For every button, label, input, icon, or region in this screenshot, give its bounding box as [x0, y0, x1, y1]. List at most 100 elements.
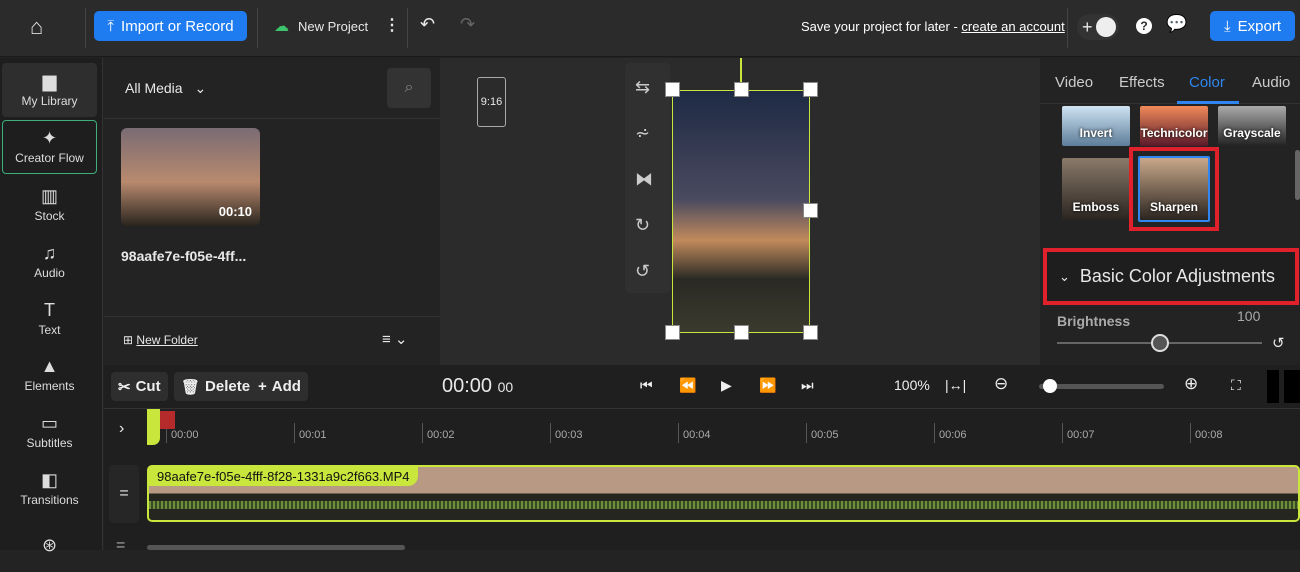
create-account-link[interactable]: create an account [961, 19, 1064, 34]
zoom-out-icon[interactable]: ⊖ [994, 374, 1008, 394]
cut-button[interactable]: ✂ Cut [111, 372, 168, 401]
sidebar-item-audio[interactable]: ♫ Audio [2, 235, 97, 289]
fast-forward-icon[interactable]: ⏩ [759, 377, 776, 394]
resize-handle[interactable] [803, 82, 818, 97]
swap-icon[interactable]: ⇆ [635, 77, 650, 98]
zoom-slider[interactable] [1039, 384, 1164, 389]
sidebar-label: Elements [24, 379, 75, 393]
filter-emboss[interactable]: Emboss [1062, 158, 1130, 220]
undo-icon[interactable]: ↶ [420, 14, 435, 35]
sidebar-label: Transitions [20, 493, 79, 507]
media-duration: 00:10 [218, 204, 252, 219]
media-thumbnail[interactable]: 00:10 [121, 128, 260, 226]
fullscreen-icon[interactable]: ⛶ [1231, 377, 1241, 394]
sidebar-item-transitions[interactable]: ◧ Transitions [2, 462, 97, 516]
filters-icon: ⊛ [41, 535, 58, 555]
video-canvas[interactable] [672, 90, 810, 333]
zoom-level: 100% [894, 377, 930, 393]
resize-handle[interactable] [734, 325, 749, 340]
tab-effects[interactable]: Effects [1119, 74, 1165, 91]
sidebar-item-creator-flow[interactable]: ✦ Creator Flow [2, 120, 97, 174]
play-icon[interactable]: ▶ [721, 377, 732, 394]
ruler-tick: 00:02 [422, 423, 455, 443]
expand-icon[interactable]: › [119, 420, 124, 438]
skip-start-icon[interactable]: ⏮ [640, 377, 653, 394]
new-folder-button[interactable]: ⊞ New Folder [123, 333, 198, 347]
save-text: Save your project for later - [801, 19, 962, 34]
playhead[interactable] [147, 409, 160, 445]
import-label: Import or Record [121, 17, 234, 35]
tab-color[interactable]: Color [1189, 74, 1225, 91]
plus-icon: + [1082, 16, 1093, 37]
ruler-tick: 00:07 [1062, 423, 1095, 443]
ruler-tick: 00:06 [934, 423, 967, 443]
help-icon[interactable]: ? [1136, 18, 1152, 34]
upload-icon: ⤒ [107, 17, 115, 35]
search-button[interactable]: ⌕ [387, 68, 431, 108]
ruler-tick: 00:01 [294, 423, 327, 443]
audio-meter [1267, 370, 1300, 403]
flip-horizontal-icon[interactable]: ⧓ [635, 169, 653, 190]
sidebar-item-filters[interactable]: ⊛ [2, 518, 97, 572]
track-handle-icon[interactable]: = [116, 537, 125, 555]
top-bar: ⌂ ⤒ Import or Record ☁ New Project ⋮ ↶ ↷ … [0, 0, 1300, 57]
rotate-left-icon[interactable]: ↺ [635, 261, 650, 282]
chevron-down-icon: ⌄ [194, 80, 207, 96]
cloud-icon: ☁ [274, 18, 289, 35]
redo-icon[interactable]: ↷ [460, 14, 475, 35]
chat-icon[interactable]: 💬 [1166, 14, 1187, 34]
sidebar-item-stock[interactable]: ▥ Stock [2, 178, 97, 232]
rewind-icon[interactable]: ⏪ [679, 377, 696, 394]
scissors-icon: ✂ [118, 378, 131, 396]
skip-end-icon[interactable]: ⏭ [801, 377, 814, 394]
filter-grayscale[interactable]: Grayscale [1218, 106, 1286, 146]
track-handle-icon[interactable]: = [109, 465, 139, 523]
resize-handle[interactable] [665, 325, 680, 340]
filter-technicolor[interactable]: Technicolor [1140, 106, 1208, 146]
preview-area: 9:16 ⇆ ⩫ ⧓ ↻ ↺ [440, 58, 1040, 365]
scrollbar[interactable] [1295, 150, 1300, 200]
brightness-slider-thumb[interactable] [1150, 334, 1169, 352]
media-filter-dropdown[interactable]: All Media ⌄ [125, 80, 206, 97]
export-button[interactable]: ⤓ Export [1210, 11, 1295, 41]
ruler-tick: 00:08 [1190, 423, 1223, 443]
sidebar-item-text[interactable]: T Text [2, 292, 97, 346]
resize-handle[interactable] [803, 203, 818, 218]
project-name[interactable]: New Project [298, 19, 368, 34]
sort-icon[interactable]: ≡ ⌄ [382, 330, 408, 348]
filter-invert[interactable]: Invert [1062, 106, 1130, 146]
reset-icon[interactable]: ↺ [1272, 334, 1285, 352]
horizontal-scrollbar[interactable] [147, 545, 405, 550]
sidebar-item-subtitles[interactable]: ▭ Subtitles [2, 405, 97, 459]
aspect-ratio-button[interactable]: 9:16 [477, 77, 506, 127]
basic-color-adjustments-header[interactable]: ⌄ Basic Color Adjustments [1043, 248, 1299, 305]
sidebar-item-my-library[interactable]: ▆ My Library [2, 63, 97, 117]
import-or-record-button[interactable]: ⤒ Import or Record [94, 11, 247, 41]
sidebar-label: Subtitles [26, 436, 73, 450]
filter-sharpen[interactable]: Sharpen [1138, 156, 1210, 222]
sidebar: ▆ My Library ✦ Creator Flow ▥ Stock ♫ Audio … [0, 58, 103, 554]
video-clip[interactable]: 98aafe7e-f05e-4fff-8f28-1331a9c2f663.MP4 [147, 465, 1300, 522]
delete-button[interactable]: 🗑 Delete [174, 372, 258, 401]
subtitles-icon: ▭ [40, 413, 58, 433]
time-value: 00:00 [442, 375, 493, 397]
fit-icon[interactable]: |↔| [945, 377, 966, 393]
add-collaborator-button[interactable]: + [1077, 14, 1119, 40]
rotate-right-icon[interactable]: ↻ [635, 215, 650, 236]
home-icon[interactable]: ⌂ [30, 14, 43, 40]
zoom-slider-thumb[interactable] [1043, 379, 1058, 393]
resize-handle[interactable] [734, 82, 749, 97]
tab-video[interactable]: Video [1055, 74, 1093, 91]
flip-vertical-icon[interactable]: ⩫ [635, 123, 650, 144]
sparkle-icon: ✦ [41, 128, 58, 148]
resize-handle[interactable] [665, 82, 680, 97]
tab-audio[interactable]: Audio [1252, 74, 1290, 91]
more-menu-icon[interactable]: ⋮ [384, 15, 400, 35]
sidebar-item-elements[interactable]: ▲ Elements [2, 348, 97, 402]
zoom-in-icon[interactable]: ⊕ [1184, 374, 1198, 394]
resize-handle[interactable] [803, 325, 818, 340]
add-button[interactable]: + Add [251, 372, 308, 401]
transform-toolbar: ⇆ ⩫ ⧓ ↻ ↺ [625, 63, 670, 293]
section-title: Basic Color Adjustments [1079, 266, 1275, 286]
clip-name: 98aafe7e-f05e-4fff-8f28-1331a9c2f663.MP4 [149, 467, 418, 486]
